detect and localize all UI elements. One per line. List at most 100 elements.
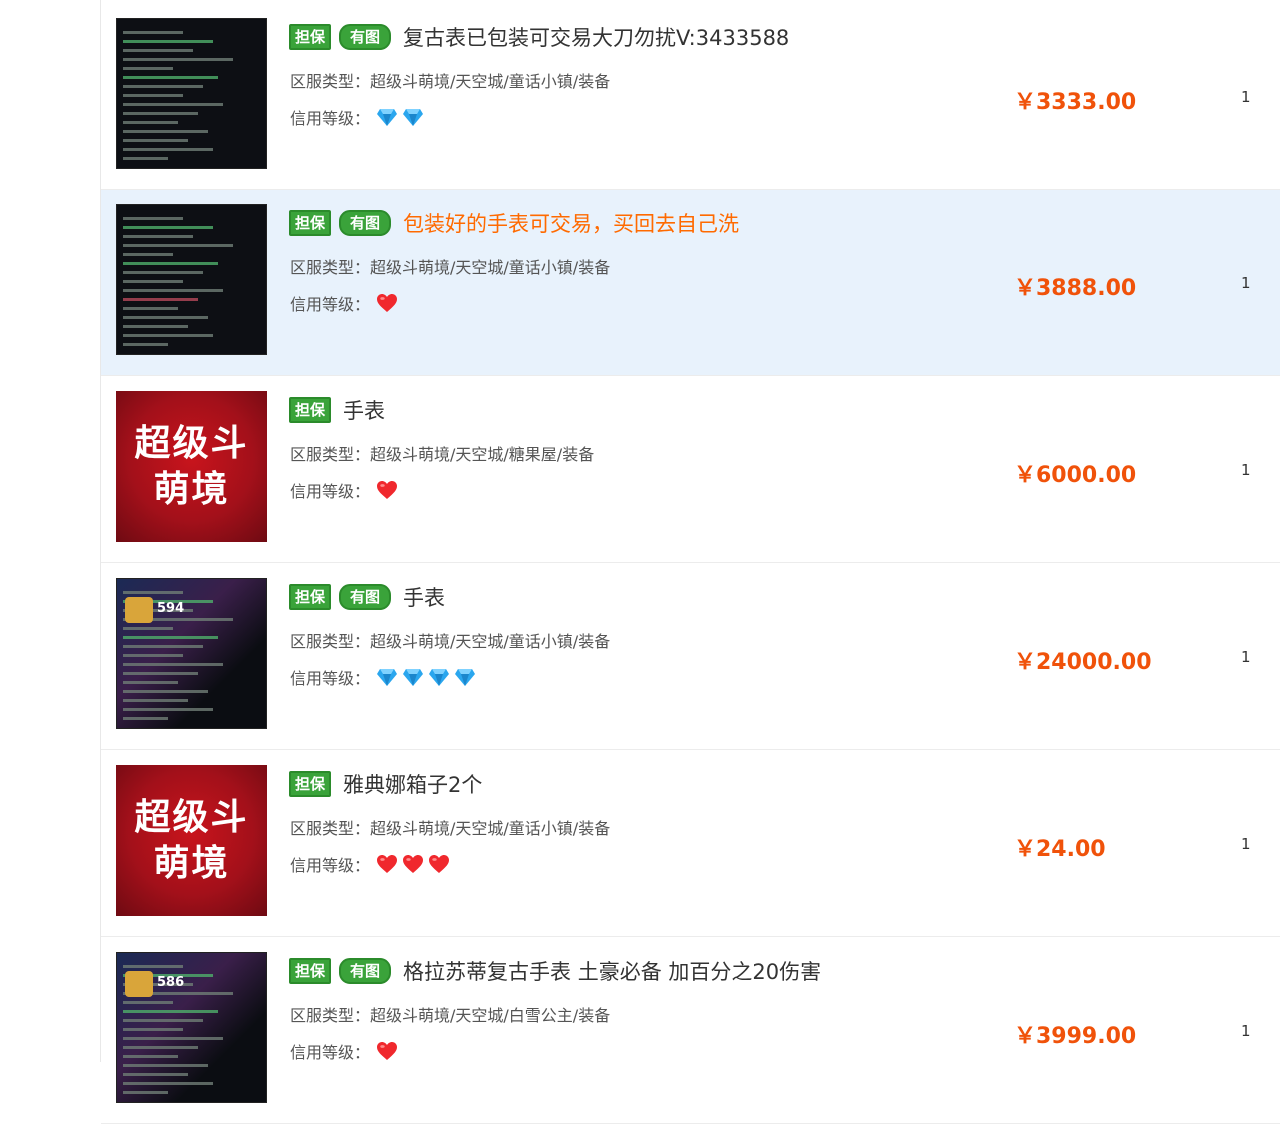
- item-screenshot-thumbnail[interactable]: 594: [116, 578, 267, 729]
- thumb-text-line: [123, 67, 173, 70]
- thumb-text-line: [123, 681, 178, 684]
- thumb-text-line: [123, 699, 188, 702]
- diamond-icon: [376, 107, 398, 127]
- listing-row[interactable]: 超级斗 萌境 担保 手表 区服类型：超级斗萌境/天空城/糖果屋/装备 信用等级： ￥6000…: [101, 377, 1280, 563]
- thumb-text-line: [123, 1028, 183, 1031]
- diamond-icon: [428, 667, 450, 687]
- thumb-text-line: [123, 1064, 208, 1067]
- thumb-text-line: [123, 1091, 168, 1094]
- credit-level: 信用等级：: [290, 1039, 398, 1063]
- thumb-text-line: [123, 717, 168, 720]
- item-screenshot-thumbnail[interactable]: [116, 18, 267, 169]
- thumb-text-line: [123, 316, 208, 319]
- has-image-badge: 有图: [339, 584, 392, 610]
- server-type-value: 超级斗萌境/天空城/童话小镇/装备: [370, 632, 611, 651]
- listing-row[interactable]: 超级斗 萌境 担保 雅典娜箱子2个 区服类型：超级斗萌境/天空城/童话小镇/装备 信用等级…: [101, 751, 1280, 937]
- thumb-text-line: [123, 289, 223, 292]
- credit-icons: [376, 293, 398, 313]
- listing-title-link[interactable]: 包装好的手表可交易，买回去自己洗: [403, 208, 739, 238]
- credit-level-label: 信用等级：: [290, 482, 371, 501]
- logo-text-line1: 超级斗: [134, 796, 249, 838]
- quantity: 1: [1241, 274, 1251, 292]
- server-type: 区服类型：超级斗萌境/天空城/童话小镇/装备: [290, 815, 610, 839]
- thumb-text-line: [123, 334, 213, 337]
- listing-title-line: 担保 有图 复古表已包装可交易大刀勿扰V:3433588: [289, 24, 789, 50]
- thumb-text-line: [123, 49, 193, 52]
- listing-title-line: 担保 手表: [289, 397, 385, 423]
- has-image-badge: 有图: [339, 210, 392, 236]
- thumb-text-line: [123, 1001, 173, 1004]
- listing-row[interactable]: 担保 有图 包装好的手表可交易，买回去自己洗 区服类型：超级斗萌境/天空城/童话小镇/…: [101, 190, 1280, 376]
- listing-row[interactable]: 担保 有图 复古表已包装可交易大刀勿扰V:3433588 区服类型：超级斗萌境/天空城…: [101, 4, 1280, 190]
- server-type-label: 区服类型：: [290, 632, 371, 651]
- listing-title-link[interactable]: 格拉苏蒂复古手表 土豪必备 加百分之20伤害: [403, 956, 821, 986]
- game-logo-thumbnail[interactable]: 超级斗 萌境: [116, 765, 267, 916]
- listing-row[interactable]: 586 担保 有图 格拉苏蒂复古手表 土豪必备 加百分之20伤害 区服类型：超级斗萌境/…: [101, 938, 1280, 1124]
- thumb-text-line: [123, 663, 223, 666]
- heart-icon: [376, 1041, 398, 1061]
- thumb-text-line: [123, 645, 203, 648]
- thumb-badge-number: 594: [157, 601, 185, 616]
- quantity: 1: [1241, 648, 1251, 666]
- credit-level: 信用等级：: [290, 291, 398, 315]
- listing-title-link[interactable]: 手表: [343, 395, 385, 425]
- thumb-text-line: [123, 112, 198, 115]
- thumb-text-line: [123, 253, 173, 256]
- item-screenshot-thumbnail[interactable]: [116, 204, 267, 355]
- diamond-icon: [402, 667, 424, 687]
- server-type-value: 超级斗萌境/天空城/童话小镇/装备: [370, 72, 611, 91]
- item-screenshot-thumbnail[interactable]: 586: [116, 952, 267, 1103]
- listing-title-link[interactable]: 雅典娜箱子2个: [343, 769, 482, 799]
- thumb-text-line: [123, 94, 183, 97]
- server-type: 区服类型：超级斗萌境/天空城/白雪公主/装备: [290, 1002, 610, 1026]
- thumb-text-line: [123, 965, 183, 968]
- heart-icon: [376, 854, 398, 874]
- thumb-text-line: [123, 58, 233, 61]
- price: ￥24.00: [1014, 837, 1106, 862]
- server-type-label: 区服类型：: [290, 72, 371, 91]
- credit-icons: [376, 480, 398, 500]
- thumb-text-line: [123, 76, 218, 79]
- thumb-badge-number: 586: [157, 975, 185, 990]
- server-type-value: 超级斗萌境/天空城/童话小镇/装备: [370, 819, 611, 838]
- has-image-badge: 有图: [339, 24, 392, 50]
- game-logo-thumbnail[interactable]: 超级斗 萌境: [116, 391, 267, 542]
- listing-title-link[interactable]: 手表: [403, 582, 445, 612]
- server-type: 区服类型：超级斗萌境/天空城/童话小镇/装备: [290, 68, 610, 92]
- thumb-text-line: [123, 157, 168, 160]
- heart-icon: [428, 854, 450, 874]
- thumb-text-line: [123, 1046, 198, 1049]
- quantity: 1: [1241, 461, 1251, 479]
- server-type-label: 区服类型：: [290, 1006, 371, 1025]
- guarantee-badge: 担保: [289, 584, 332, 610]
- server-type-label: 区服类型：: [290, 258, 371, 277]
- thumb-text-line: [123, 654, 183, 657]
- thumb-text-line: [123, 262, 218, 265]
- thumb-text-line: [123, 1055, 178, 1058]
- thumb-text-line: [123, 280, 183, 283]
- credit-level: 信用等级：: [290, 478, 398, 502]
- thumb-text-line: [123, 1019, 203, 1022]
- thumb-text-line: [123, 307, 178, 310]
- price: ￥3333.00: [1014, 90, 1137, 115]
- thumb-text-line: [123, 244, 233, 247]
- thumb-text-line: [123, 298, 198, 301]
- quantity: 1: [1241, 835, 1251, 853]
- thumb-text-line: [123, 1010, 218, 1013]
- diamond-icon: [454, 667, 476, 687]
- thumb-avatar-icon: [125, 597, 153, 623]
- price: ￥3999.00: [1014, 1024, 1137, 1049]
- thumb-text-line: [123, 591, 183, 594]
- listing-row[interactable]: 594 担保 有图 手表 区服类型：超级斗萌境/天空城/童话小镇/装备 信用等级： ￥240…: [101, 564, 1280, 750]
- credit-level: 信用等级：: [290, 852, 450, 876]
- credit-icons: [376, 667, 476, 687]
- guarantee-badge: 担保: [289, 24, 332, 50]
- server-type: 区服类型：超级斗萌境/天空城/糖果屋/装备: [290, 441, 594, 465]
- server-type: 区服类型：超级斗萌境/天空城/童话小镇/装备: [290, 254, 610, 278]
- thumb-text-line: [123, 627, 173, 630]
- logo-text-line2: 萌境: [153, 468, 230, 510]
- listing-title-link[interactable]: 复古表已包装可交易大刀勿扰V:3433588: [403, 22, 789, 52]
- listing-title-line: 担保 有图 包装好的手表可交易，买回去自己洗: [289, 210, 739, 236]
- thumb-text-line: [123, 271, 203, 274]
- server-type: 区服类型：超级斗萌境/天空城/童话小镇/装备: [290, 628, 610, 652]
